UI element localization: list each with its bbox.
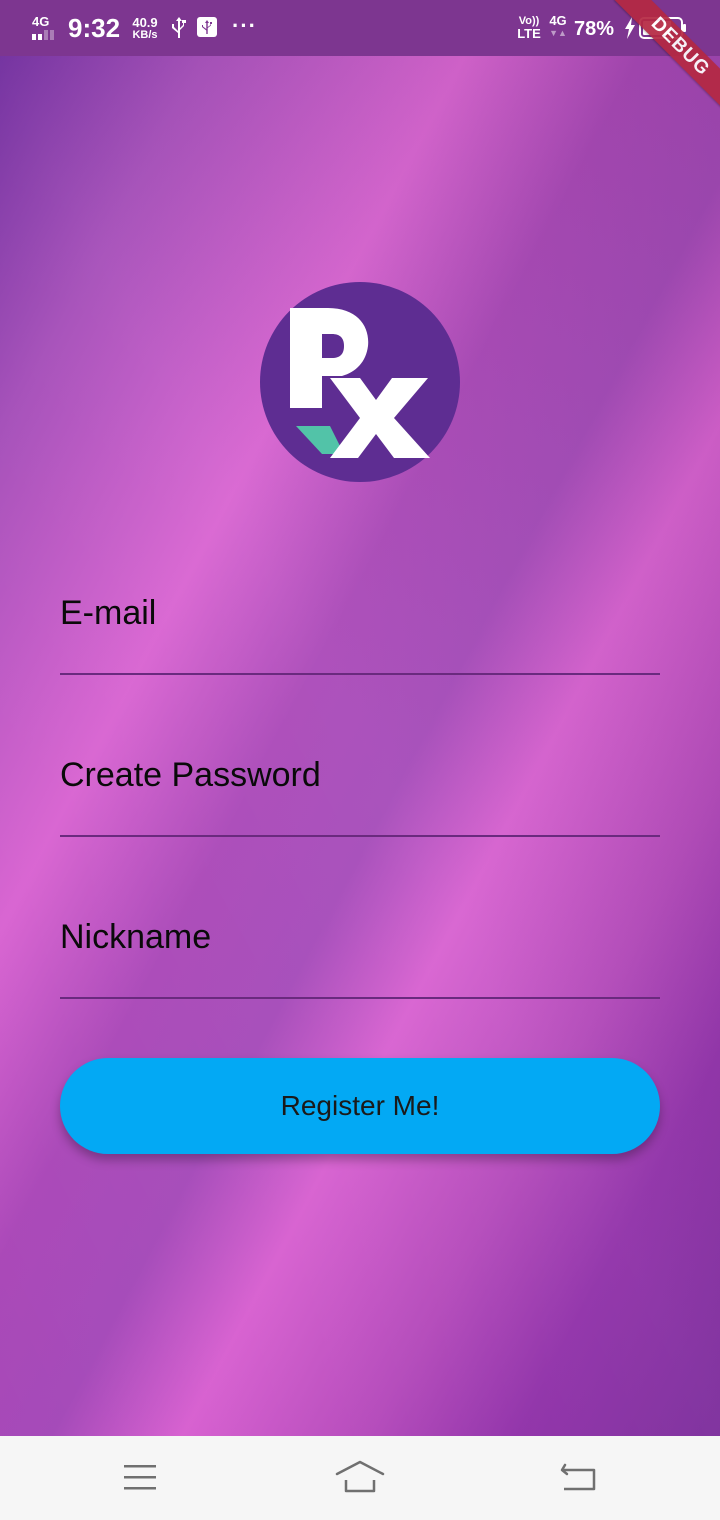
recent-apps-button[interactable] xyxy=(110,1452,170,1502)
email-label: E-mail xyxy=(60,594,157,632)
usb-debug-icon xyxy=(197,17,217,37)
network-speed-unit: KB/s xyxy=(132,29,158,41)
email-field[interactable]: E-mail xyxy=(60,565,660,675)
rx-logo xyxy=(260,282,460,482)
clock: 9:32 xyxy=(68,13,121,43)
network-speed-value: 40.9 xyxy=(132,15,158,30)
nickname-field[interactable]: Nickname xyxy=(60,889,660,999)
lte-label: LTE xyxy=(517,26,541,41)
more-notifications-icon: ··· xyxy=(232,13,257,38)
data-activity-icon: ▼▲ xyxy=(549,28,567,38)
battery-percentage: 78% xyxy=(574,18,615,40)
register-button[interactable]: Register Me! xyxy=(60,1058,660,1154)
network-indicator-right: 4G ▼▲ xyxy=(548,13,568,39)
home-icon xyxy=(335,1460,385,1493)
home-button[interactable] xyxy=(330,1452,390,1502)
password-label: Create Password xyxy=(60,756,321,794)
email-underline xyxy=(60,673,660,675)
menu-icon xyxy=(124,1465,156,1490)
signal-strength-left: 4G xyxy=(30,14,60,40)
back-icon xyxy=(560,1463,596,1491)
nickname-underline xyxy=(60,997,660,999)
volte-indicator: Vo)) LTE xyxy=(514,15,544,41)
password-field[interactable]: Create Password xyxy=(60,727,660,837)
network-type-right: 4G xyxy=(549,13,567,28)
network-type-left: 4G xyxy=(32,14,50,29)
usb-icon xyxy=(172,17,186,38)
status-bar: 4G 9:32 40.9 KB/s ··· Vo)) LTE 4G ▼▲ 78% xyxy=(0,0,720,56)
nickname-label: Nickname xyxy=(60,918,212,956)
password-underline xyxy=(60,835,660,837)
navigation-bar xyxy=(0,1436,720,1520)
back-button[interactable] xyxy=(549,1452,609,1502)
network-speed: 40.9 KB/s xyxy=(128,16,162,41)
register-screen: E-mail Create Password Nickname Register… xyxy=(0,56,720,1436)
phone-screen: 4G 9:32 40.9 KB/s ··· Vo)) LTE 4G ▼▲ 78%… xyxy=(0,0,720,1520)
